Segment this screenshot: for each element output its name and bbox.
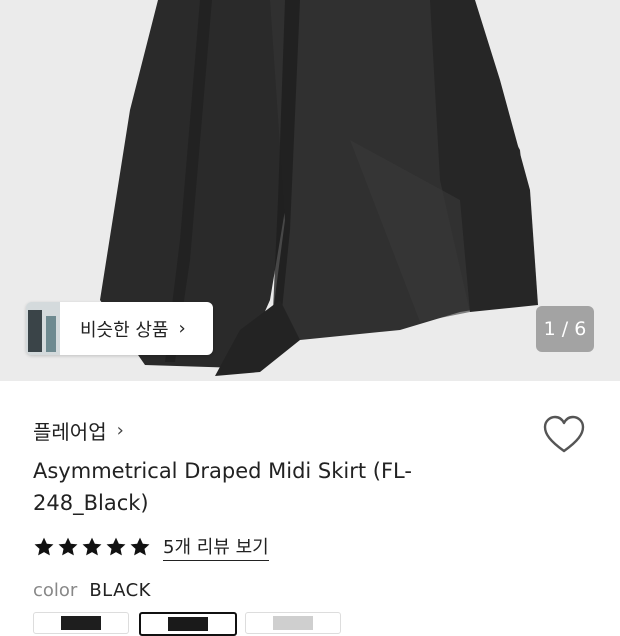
star-filled-icon (82, 537, 102, 556)
similar-products-label: 비슷한 상품 (80, 319, 169, 341)
star-filled-icon (58, 537, 78, 556)
swatch-thumbnail (168, 617, 208, 631)
color-swatch-option[interactable] (33, 612, 129, 634)
similar-product-thumbnail (26, 302, 60, 355)
star-filled-icon (130, 537, 150, 556)
heart-outline-icon[interactable] (542, 414, 586, 456)
brand-name: 플레어업 (33, 420, 107, 444)
product-title: Asymmetrical Draped Midi Skirt (FL-248_B… (33, 459, 412, 515)
color-swatch-option[interactable] (245, 612, 341, 634)
color-value: BLACK (89, 580, 151, 601)
star-filled-icon (106, 537, 126, 556)
star-filled-icon (34, 537, 54, 556)
product-image-gallery[interactable]: 비슷한 상품 › 1 / 6 (0, 0, 620, 381)
image-pager-indicator: 1 / 6 (536, 306, 594, 352)
swatch-thumbnail (61, 616, 101, 630)
similar-products-button[interactable]: 비슷한 상품 › (26, 302, 213, 355)
chevron-right-icon: › (178, 318, 186, 339)
color-row: color BLACK (33, 580, 151, 601)
brand-link[interactable]: 플레어업 › (33, 416, 124, 445)
rating-row: 5개 리뷰 보기 (33, 533, 269, 561)
view-reviews-link[interactable]: 5개 리뷰 보기 (163, 533, 269, 561)
swatch-thumbnail (273, 616, 313, 630)
chevron-right-icon: › (116, 420, 124, 441)
star-rating (33, 536, 151, 558)
color-swatch-option-selected[interactable] (139, 612, 237, 636)
color-label: color (33, 580, 78, 601)
